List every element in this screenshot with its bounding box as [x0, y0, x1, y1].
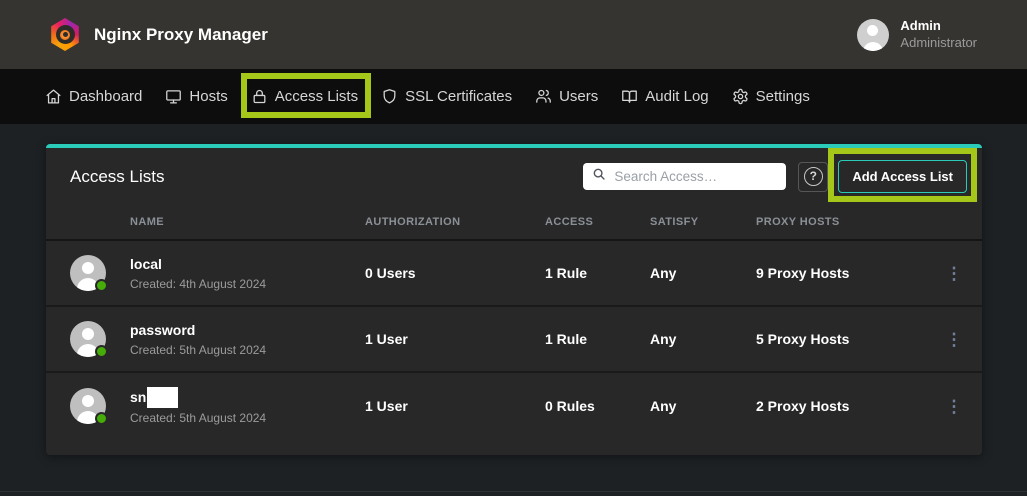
- nav-item-label: Audit Log: [645, 88, 708, 105]
- nav-item-audit-log[interactable]: Audit Log: [621, 88, 708, 105]
- help-icon: ?: [804, 167, 823, 186]
- access-cell: 0 Rules: [545, 398, 650, 414]
- brand: Nginx Proxy Manager: [50, 18, 268, 51]
- main-nav: Dashboard Hosts Access Lists SSL Certifi…: [0, 69, 1027, 124]
- proxy-hosts-cell: 9 Proxy Hosts: [756, 265, 926, 281]
- status-online-dot: [95, 412, 108, 425]
- table-row: password Created: 5th August 2024 1 User…: [46, 307, 982, 373]
- name-cell: local Created: 4th August 2024: [46, 255, 365, 291]
- created-date: Created: 5th August 2024: [130, 343, 266, 357]
- avatar: [70, 388, 106, 424]
- search-box: [583, 163, 786, 190]
- user-menu[interactable]: Admin Administrator: [857, 18, 977, 52]
- proxy-hosts-cell: 5 Proxy Hosts: [756, 331, 926, 347]
- search-icon: [592, 167, 606, 186]
- nav-item-label: Dashboard: [69, 88, 142, 105]
- access-list-name[interactable]: local: [130, 255, 266, 273]
- access-list-name[interactable]: sn: [130, 387, 266, 408]
- panel-header: Access Lists ? Add Access List: [46, 148, 982, 205]
- column-header-authorization: AUTHORIZATION: [365, 216, 545, 228]
- proxy-hosts-cell: 2 Proxy Hosts: [756, 398, 926, 414]
- nav-item-hosts[interactable]: Hosts: [165, 88, 227, 105]
- logo-core: [60, 30, 70, 40]
- add-access-list-button[interactable]: Add Access List: [838, 160, 967, 193]
- user-avatar: [857, 19, 889, 51]
- logo-ring: [56, 25, 75, 44]
- lock-icon: [251, 88, 268, 105]
- status-online-dot: [95, 279, 108, 292]
- row-actions-menu-icon[interactable]: ⋮: [946, 398, 963, 415]
- satisfy-cell: Any: [650, 331, 756, 347]
- access-cell: 1 Rule: [545, 331, 650, 347]
- table-row: local Created: 4th August 2024 0 Users 1…: [46, 241, 982, 307]
- satisfy-cell: Any: [650, 398, 756, 414]
- status-online-dot: [95, 345, 108, 358]
- top-bar: Nginx Proxy Manager Admin Administrator: [0, 0, 1027, 69]
- avatar: [70, 321, 106, 357]
- nav-item-ssl-certificates[interactable]: SSL Certificates: [381, 88, 512, 105]
- help-button[interactable]: ?: [798, 162, 828, 192]
- main-content: Access Lists ? Add Access List NAME AUTH…: [0, 124, 1027, 496]
- name-cell: password Created: 5th August 2024: [46, 321, 365, 357]
- app-logo-icon: [50, 18, 80, 51]
- created-date: Created: 4th August 2024: [130, 277, 266, 291]
- app-title: Nginx Proxy Manager: [94, 25, 268, 45]
- created-date: Created: 5th August 2024: [130, 411, 266, 425]
- authorization-cell: 1 User: [365, 331, 545, 347]
- name-cell: sn Created: 5th August 2024: [46, 387, 365, 425]
- access-cell: 1 Rule: [545, 265, 650, 281]
- access-lists-panel: Access Lists ? Add Access List NAME AUTH…: [46, 144, 982, 455]
- panel-title: Access Lists: [70, 167, 164, 187]
- access-list-name[interactable]: password: [130, 321, 266, 339]
- authorization-cell: 0 Users: [365, 265, 545, 281]
- satisfy-cell: Any: [650, 265, 756, 281]
- nav-item-label: Settings: [756, 88, 810, 105]
- column-header-access: ACCESS: [545, 216, 650, 228]
- nav-item-access-lists[interactable]: Access Lists: [251, 88, 358, 105]
- gear-icon: [732, 88, 749, 105]
- search-input[interactable]: [614, 169, 777, 184]
- monitor-icon: [165, 88, 182, 105]
- home-icon: [45, 88, 62, 105]
- user-name: Admin: [900, 18, 977, 35]
- nav-item-settings[interactable]: Settings: [732, 88, 810, 105]
- nav-item-label: Hosts: [189, 88, 227, 105]
- table-header-row: NAME AUTHORIZATION ACCESS SATISFY PROXY …: [46, 205, 982, 241]
- row-actions-menu-icon[interactable]: ⋮: [946, 265, 963, 282]
- logo-dot: [63, 32, 68, 37]
- nav-item-users[interactable]: Users: [535, 88, 598, 105]
- authorization-cell: 1 User: [365, 398, 545, 414]
- nav-item-dashboard[interactable]: Dashboard: [45, 88, 142, 105]
- avatar: [70, 255, 106, 291]
- user-role: Administrator: [900, 35, 977, 52]
- column-header-proxy-hosts: PROXY HOSTS: [756, 216, 926, 228]
- book-icon: [621, 88, 638, 105]
- nav-item-label: Users: [559, 88, 598, 105]
- nav-item-label: Access Lists: [275, 88, 358, 105]
- footer-divider: [0, 491, 1027, 492]
- row-actions-menu-icon[interactable]: ⋮: [946, 331, 963, 348]
- table-row: sn Created: 5th August 2024 1 User 0 Rul…: [46, 373, 982, 439]
- users-icon: [535, 88, 552, 105]
- redaction-box: [147, 387, 178, 408]
- column-header-name: NAME: [46, 216, 365, 228]
- add-access-list-label: Add Access List: [852, 169, 953, 184]
- shield-icon: [381, 88, 398, 105]
- column-header-satisfy: SATISFY: [650, 216, 756, 228]
- nav-item-label: SSL Certificates: [405, 88, 512, 105]
